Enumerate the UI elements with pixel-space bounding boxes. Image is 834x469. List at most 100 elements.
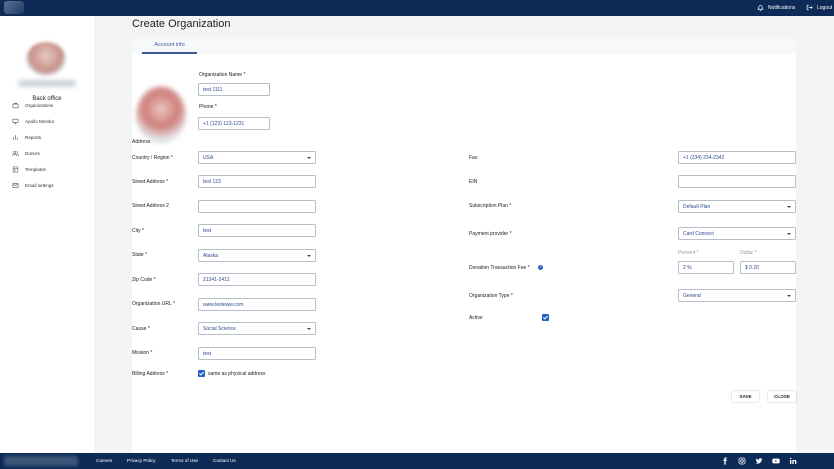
state-select[interactable]: Alaska: [198, 249, 316, 262]
state-value: Alaska: [203, 253, 219, 259]
street-label: Street Address *: [132, 179, 169, 185]
sidebar-item-label: Templates: [25, 167, 46, 172]
sidebar-item-templates[interactable]: Templates: [12, 166, 46, 173]
sidebar-item-label: Reports: [25, 135, 42, 140]
sidebar-item-email-settings[interactable]: Email settings: [12, 182, 54, 189]
cause-select[interactable]: Social Science: [198, 322, 316, 335]
dollar-label: Dollar *: [740, 250, 757, 256]
org-type-value: General: [683, 293, 701, 299]
sidebar-item-label: Apollo Monitor: [25, 119, 55, 124]
sidebar-item-label: Donors: [25, 151, 40, 156]
zip-input[interactable]: 21341-2412: [198, 273, 316, 286]
country-label: Country / Region *: [132, 155, 173, 161]
org-type-label: Organization Type *: [469, 293, 513, 299]
country-select[interactable]: USA: [198, 151, 316, 164]
form-card: [132, 38, 796, 456]
template-icon: [12, 166, 19, 173]
footer-link-privacy[interactable]: Privacy Policy: [127, 458, 156, 463]
country-value: USA: [203, 155, 214, 161]
street2-label: Street Address 2: [132, 203, 169, 209]
ein-label: EIN: [469, 179, 478, 185]
bar-chart-icon: [13, 135, 18, 140]
subscription-plan-select[interactable]: Default Plan: [678, 200, 796, 213]
footer: Careers Privacy Policy Terms of Use Cont…: [0, 453, 834, 469]
fax-input[interactable]: +1 (234) 234-2342: [678, 151, 796, 164]
facebook-icon[interactable]: [721, 457, 729, 465]
users-icon: [12, 151, 19, 156]
youtube-icon[interactable]: [772, 457, 780, 465]
sidebar-item-reports[interactable]: Reports: [12, 134, 41, 141]
dollar-input[interactable]: $ 0.20: [740, 261, 796, 274]
ein-input[interactable]: [678, 175, 796, 188]
sidebar: Back office Organizations Apollo Monitor…: [0, 16, 94, 453]
footer-link-terms[interactable]: Terms of Use: [171, 458, 198, 463]
payment-provider-label: Payment provider *: [469, 231, 512, 237]
sidebar-item-organizations[interactable]: Organizations: [12, 102, 53, 109]
user-name-blurred: [18, 80, 76, 87]
checkmark-icon: [199, 371, 204, 376]
footer-link-careers[interactable]: Careers: [96, 458, 112, 463]
payment-provider-select[interactable]: Card Connect: [678, 227, 796, 240]
mission-input[interactable]: test: [198, 347, 316, 360]
donation-fee-label: Donation Transaction Fee *: [469, 265, 530, 271]
billing-checkbox-label: same as physical address: [208, 371, 266, 377]
logout-button[interactable]: Logout: [806, 4, 832, 11]
chevron-down-icon: [307, 327, 311, 330]
phone-label: Phone *: [199, 104, 217, 110]
sidebar-item-label: Email settings: [25, 183, 54, 188]
tab-bar: Account info: [132, 38, 796, 54]
sidebar-item-label: Organizations: [25, 103, 54, 108]
chevron-down-icon: [307, 156, 311, 159]
subscription-plan-value: Default Plan: [683, 204, 711, 210]
subscription-plan-label: Subscription Plan *: [469, 203, 512, 209]
briefcase-icon: [12, 102, 19, 109]
zip-label: Zip Code *: [132, 277, 156, 283]
sidebar-item-donors[interactable]: Donors: [12, 150, 40, 157]
org-url-label: Organization URL *: [132, 301, 175, 307]
sidebar-item-apollo-monitor[interactable]: Apollo Monitor: [12, 118, 54, 125]
cause-value: Social Science: [203, 326, 236, 332]
org-name-label: Organization Name *: [199, 72, 246, 78]
instagram-icon[interactable]: [738, 457, 746, 465]
percent-input[interactable]: 2 %: [678, 261, 734, 274]
city-input[interactable]: test: [198, 224, 316, 237]
close-button[interactable]: CLOSE: [768, 391, 796, 402]
chevron-down-icon: [787, 294, 791, 297]
billing-label: Billing Address *: [132, 371, 169, 377]
billing-same-checkbox[interactable]: [198, 370, 205, 377]
address-section-title: Address: [132, 139, 151, 145]
logout-icon: [806, 4, 813, 11]
phone-input[interactable]: +1 (123) 123-1231: [198, 117, 270, 130]
active-label: Active: [469, 315, 483, 321]
organization-logo[interactable]: [136, 86, 186, 144]
org-url-input[interactable]: www.testeww.com: [198, 298, 316, 311]
active-checkbox[interactable]: [542, 314, 549, 321]
checkmark-icon: [543, 315, 548, 320]
org-type-select[interactable]: General: [678, 289, 796, 302]
street2-input[interactable]: [198, 200, 316, 213]
twitter-icon[interactable]: [755, 457, 763, 465]
top-bar: Notifications Logout: [0, 0, 834, 16]
app-logo[interactable]: [4, 1, 24, 14]
notifications-label: Notifications: [768, 4, 796, 11]
street-input[interactable]: test 123: [198, 175, 316, 188]
org-name-input[interactable]: test 1111: [198, 83, 270, 96]
bell-icon: [757, 5, 764, 11]
notifications-button[interactable]: Notifications: [757, 4, 795, 11]
chevron-down-icon: [787, 205, 791, 208]
logout-label: Logout: [817, 4, 833, 11]
tab-account-info[interactable]: Account info: [142, 38, 197, 54]
info-icon[interactable]: i: [538, 265, 543, 270]
page-title: Create Organization: [132, 18, 231, 30]
footer-logo-blurred: [4, 456, 78, 466]
state-label: State *: [132, 252, 148, 258]
linkedin-icon[interactable]: [789, 457, 797, 465]
payment-provider-value: Card Connect: [683, 231, 714, 237]
footer-link-contact[interactable]: Contact Us: [213, 458, 236, 463]
main-content: Create Organization Account info Organiz…: [94, 16, 834, 456]
monitor-icon: [12, 118, 19, 125]
city-label: City *: [132, 228, 144, 234]
mission-label: Mission *: [132, 350, 153, 356]
cause-label: Cause *: [132, 326, 150, 332]
save-button[interactable]: SAVE: [732, 391, 759, 402]
